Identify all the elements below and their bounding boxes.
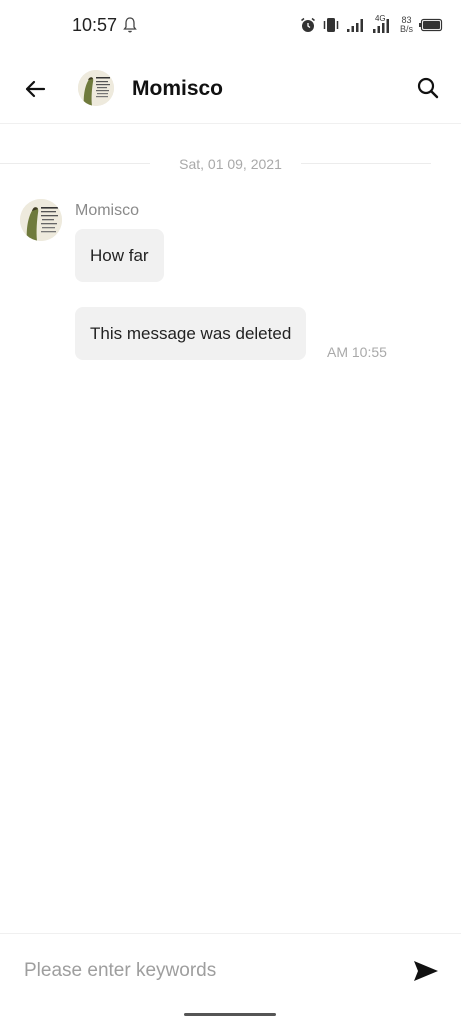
signal-4g: 4G [372, 14, 394, 34]
message-input-bar [0, 933, 461, 1005]
vibrate-icon [323, 18, 339, 32]
signal-bars-icon [346, 19, 363, 32]
arrow-left-icon [25, 80, 46, 98]
sender-name: Momisco [75, 202, 140, 219]
keyword-input[interactable] [24, 954, 384, 988]
message-bubble[interactable]: How far [75, 229, 164, 282]
alarm-icon [301, 17, 315, 32]
message-bubble-deleted[interactable]: This message was deleted [75, 307, 307, 360]
contact-name: Momisco [132, 77, 224, 100]
avatar-image-icon [78, 70, 114, 106]
chat-header: Momisco [0, 52, 461, 124]
send-button[interactable] [409, 954, 443, 988]
home-indicator[interactable] [184, 1013, 276, 1016]
avatar-image-icon [20, 199, 62, 241]
date-separator: Sat, 01 09, 2021 [0, 152, 461, 176]
message-text: This message was deleted [90, 323, 292, 343]
speed-unit: B/s [399, 24, 413, 34]
contact-avatar[interactable] [78, 70, 114, 106]
message-text: How far [90, 245, 149, 265]
status-bar: 10:57 4G 83 B/s [0, 0, 461, 52]
sender-avatar[interactable] [20, 199, 62, 241]
divider [301, 163, 431, 164]
search-icon [417, 77, 439, 99]
search-button[interactable] [411, 71, 445, 105]
send-icon [414, 961, 438, 981]
message-timestamp: AM 10:55 [327, 344, 387, 360]
back-button[interactable] [18, 72, 52, 106]
bell-icon [123, 17, 137, 33]
network-speed: 83 B/s [400, 16, 413, 34]
status-icons: 4G 83 B/s [300, 14, 443, 36]
signal-bars-4g-icon [372, 19, 389, 33]
battery-icon [419, 18, 443, 32]
status-time: 10:57 [72, 15, 118, 35]
date-label: Sat, 01 09, 2021 [179, 156, 282, 172]
